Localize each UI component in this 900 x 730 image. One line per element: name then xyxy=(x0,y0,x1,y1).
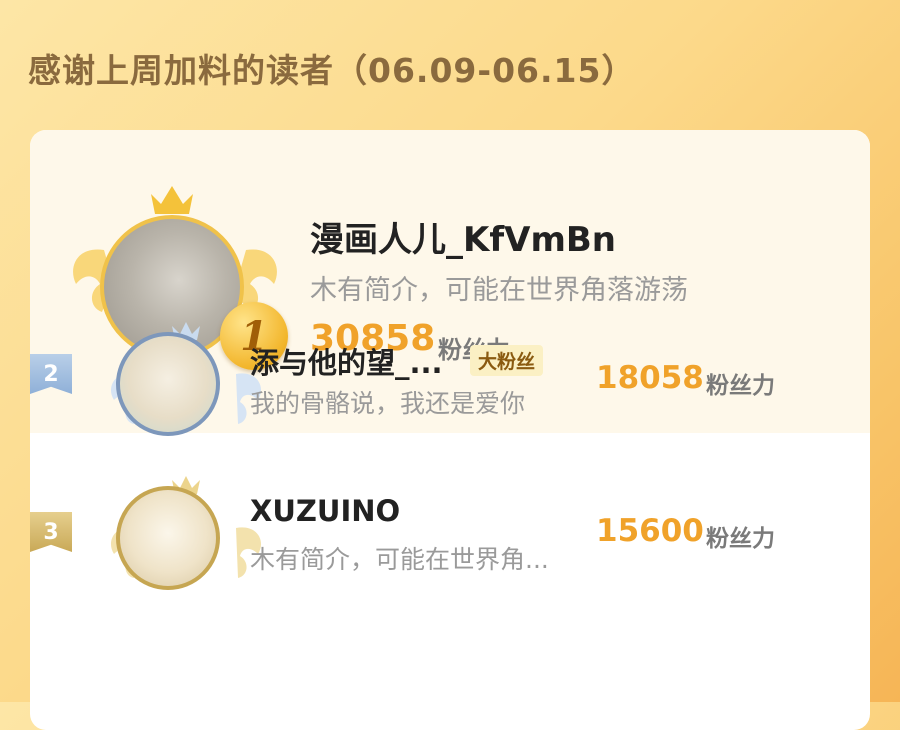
reader-bio: 我的骨骼说，我还是爱你 xyxy=(250,389,526,418)
avatar[interactable] xyxy=(116,486,220,590)
reader-name[interactable]: XUZUINO xyxy=(250,494,400,528)
avatar[interactable] xyxy=(116,332,220,436)
page-title: 感谢上周加料的读者（06.09-06.15） xyxy=(28,51,636,90)
crown-icon xyxy=(151,186,193,214)
fan-power-value: 18058 xyxy=(596,360,704,396)
fan-level-badge: 大粉丝 xyxy=(470,345,544,376)
reader-name[interactable]: 添与他的望_... xyxy=(250,340,443,382)
reader-bio: 木有简介，可能在世界角... xyxy=(250,545,549,574)
reader-bio: 木有简介，可能在世界角落游荡 xyxy=(310,275,688,306)
fan-power-label: 粉丝力 xyxy=(706,373,775,399)
fan-power-value: 15600 xyxy=(596,513,704,549)
reader-name[interactable]: 漫画人儿_KfVmBn xyxy=(310,212,616,261)
fan-power-label: 粉丝力 xyxy=(706,526,775,552)
